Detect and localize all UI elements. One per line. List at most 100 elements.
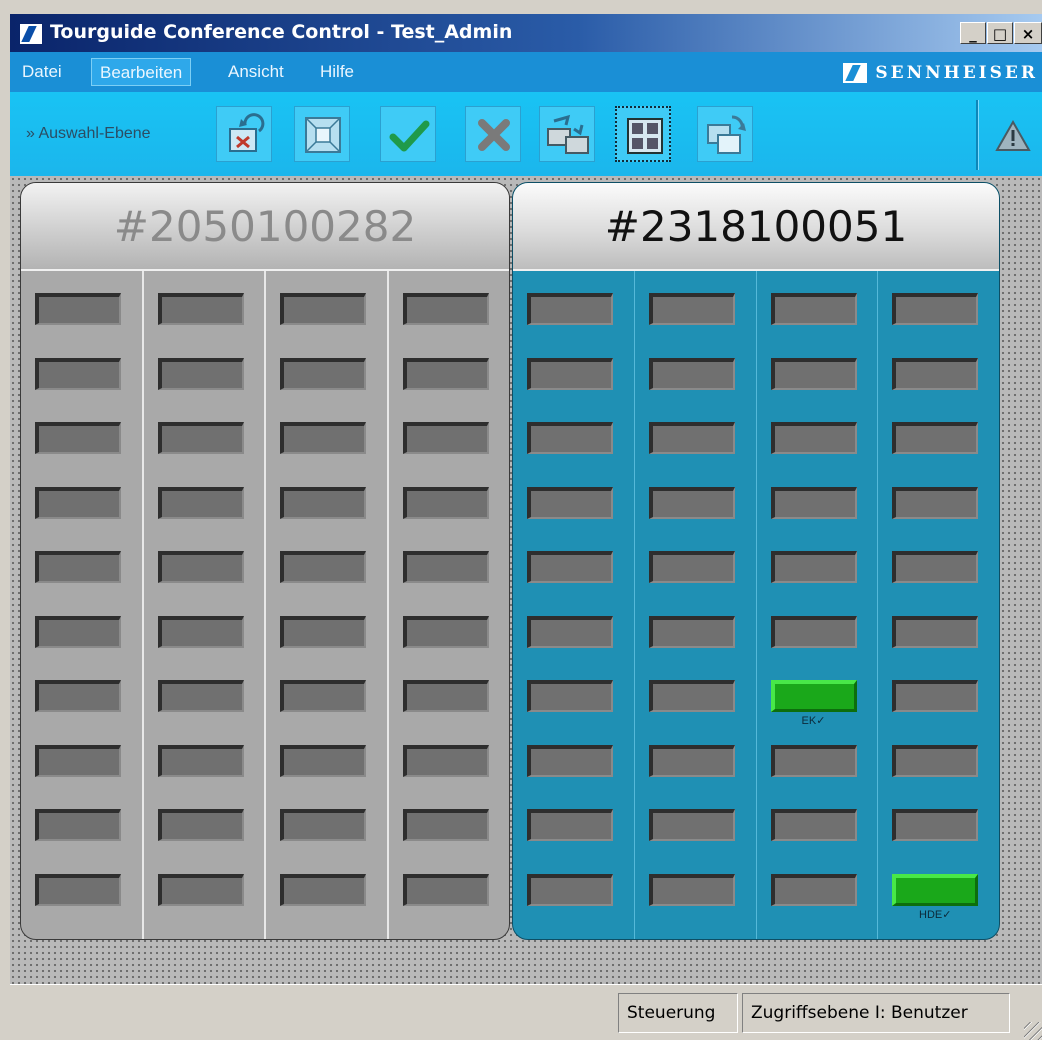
receiver-slot[interactable] bbox=[35, 422, 121, 454]
receiver-slot[interactable] bbox=[157, 357, 244, 390]
receiver-slot[interactable] bbox=[280, 615, 366, 648]
device-panel-2[interactable]: #2318100051 EK✓ HDE✓ bbox=[512, 182, 1000, 940]
receiver-slot[interactable] bbox=[892, 744, 979, 777]
receiver-slot[interactable] bbox=[770, 293, 857, 325]
grid-view-button[interactable] bbox=[615, 106, 671, 162]
receiver-slot[interactable] bbox=[157, 809, 244, 841]
menu-hilfe[interactable]: Hilfe bbox=[312, 58, 362, 86]
receiver-slot[interactable] bbox=[35, 744, 121, 777]
receiver-slot[interactable] bbox=[157, 486, 244, 519]
menu-bearbeiten[interactable]: Bearbeiten bbox=[91, 58, 192, 86]
receiver-slot[interactable] bbox=[35, 486, 121, 519]
device-panel-header[interactable]: #2050100282 bbox=[21, 183, 509, 271]
receiver-slot[interactable] bbox=[648, 551, 735, 583]
receiver-slot[interactable] bbox=[280, 551, 366, 583]
receiver-slot[interactable] bbox=[280, 744, 366, 777]
minimize-button[interactable]: _ bbox=[960, 22, 986, 44]
receiver-slot[interactable] bbox=[280, 293, 366, 325]
receiver-slot[interactable] bbox=[527, 293, 613, 325]
receiver-slot[interactable] bbox=[35, 873, 121, 906]
receiver-slot[interactable] bbox=[892, 809, 979, 841]
receiver-slot[interactable] bbox=[402, 744, 489, 777]
reset-device-button[interactable] bbox=[216, 106, 272, 162]
receiver-slot[interactable] bbox=[770, 357, 857, 390]
receiver-slot[interactable] bbox=[280, 357, 366, 390]
receiver-slot[interactable] bbox=[402, 486, 489, 519]
receiver-slot[interactable] bbox=[280, 422, 366, 454]
receiver-slot[interactable] bbox=[35, 615, 121, 648]
receiver-slot[interactable] bbox=[892, 680, 979, 712]
receiver-slot[interactable] bbox=[527, 744, 613, 777]
receiver-slot[interactable] bbox=[280, 873, 366, 906]
receiver-slot[interactable] bbox=[892, 293, 979, 325]
receiver-slot[interactable] bbox=[648, 680, 735, 712]
receiver-slot[interactable] bbox=[402, 809, 489, 841]
receiver-slot[interactable] bbox=[402, 873, 489, 906]
receiver-slot[interactable] bbox=[892, 486, 979, 519]
receiver-slot[interactable] bbox=[892, 422, 979, 454]
menu-ansicht[interactable]: Ansicht bbox=[220, 58, 292, 86]
maximize-button[interactable]: □ bbox=[987, 22, 1013, 44]
receiver-slot[interactable] bbox=[770, 551, 857, 583]
receiver-slot[interactable] bbox=[770, 809, 857, 841]
receiver-slot[interactable] bbox=[527, 422, 613, 454]
receiver-slot[interactable] bbox=[402, 357, 489, 390]
sync-devices-button[interactable] bbox=[539, 106, 595, 162]
cancel-button[interactable] bbox=[465, 106, 521, 162]
device-panel-1[interactable]: #2050100282 bbox=[20, 182, 510, 940]
receiver-slot[interactable] bbox=[280, 680, 366, 712]
receiver-slot[interactable] bbox=[157, 422, 244, 454]
receiver-slot[interactable] bbox=[527, 680, 613, 712]
receiver-slot[interactable] bbox=[157, 551, 244, 583]
receiver-slot[interactable] bbox=[648, 486, 735, 519]
receiver-slot[interactable] bbox=[648, 873, 735, 906]
receiver-slot[interactable] bbox=[770, 744, 857, 777]
receiver-slot[interactable] bbox=[402, 293, 489, 325]
receiver-slot[interactable] bbox=[527, 809, 613, 841]
menu-datei[interactable]: Datei bbox=[14, 58, 70, 86]
receiver-slot[interactable] bbox=[527, 486, 613, 519]
receiver-slot[interactable] bbox=[280, 486, 366, 519]
receiver-slot-active[interactable] bbox=[770, 680, 857, 712]
device-panel-header[interactable]: #2318100051 bbox=[513, 183, 999, 271]
receiver-slot[interactable] bbox=[402, 680, 489, 712]
receiver-slot[interactable] bbox=[770, 422, 857, 454]
receiver-slot[interactable] bbox=[402, 615, 489, 648]
receiver-slot[interactable] bbox=[648, 422, 735, 454]
receiver-slot[interactable] bbox=[157, 615, 244, 648]
receiver-slot[interactable] bbox=[770, 873, 857, 906]
receiver-slot[interactable] bbox=[402, 422, 489, 454]
receiver-slot[interactable] bbox=[35, 357, 121, 390]
receiver-slot[interactable] bbox=[35, 551, 121, 583]
receiver-slot[interactable] bbox=[527, 551, 613, 583]
receiver-slot[interactable] bbox=[770, 486, 857, 519]
receiver-slot[interactable] bbox=[527, 357, 613, 390]
receiver-slot[interactable] bbox=[648, 744, 735, 777]
receiver-slot-active[interactable] bbox=[892, 873, 979, 906]
receiver-slot[interactable] bbox=[892, 357, 979, 390]
receiver-slot[interactable] bbox=[35, 680, 121, 712]
receiver-slot[interactable] bbox=[648, 357, 735, 390]
receiver-slot[interactable] bbox=[892, 551, 979, 583]
receiver-slot[interactable] bbox=[280, 809, 366, 841]
close-button[interactable]: × bbox=[1014, 22, 1042, 44]
receiver-slot[interactable] bbox=[648, 615, 735, 648]
receiver-slot[interactable] bbox=[157, 873, 244, 906]
select-all-button[interactable] bbox=[294, 106, 350, 162]
confirm-button[interactable] bbox=[380, 106, 436, 162]
receiver-slot[interactable] bbox=[402, 551, 489, 583]
receiver-slot[interactable] bbox=[648, 293, 735, 325]
receiver-slot[interactable] bbox=[527, 615, 613, 648]
receiver-slot[interactable] bbox=[770, 615, 857, 648]
resize-grip[interactable] bbox=[1024, 1022, 1042, 1040]
receiver-slot[interactable] bbox=[527, 873, 613, 906]
selection-level-label[interactable]: » Auswahl-Ebene bbox=[26, 125, 151, 143]
restore-layout-button[interactable] bbox=[697, 106, 753, 162]
receiver-slot[interactable] bbox=[157, 293, 244, 325]
receiver-slot[interactable] bbox=[648, 809, 735, 841]
warning-button[interactable] bbox=[985, 114, 1041, 158]
receiver-slot[interactable] bbox=[157, 744, 244, 777]
receiver-slot[interactable] bbox=[892, 615, 979, 648]
receiver-slot[interactable] bbox=[157, 680, 244, 712]
receiver-slot[interactable] bbox=[35, 293, 121, 325]
